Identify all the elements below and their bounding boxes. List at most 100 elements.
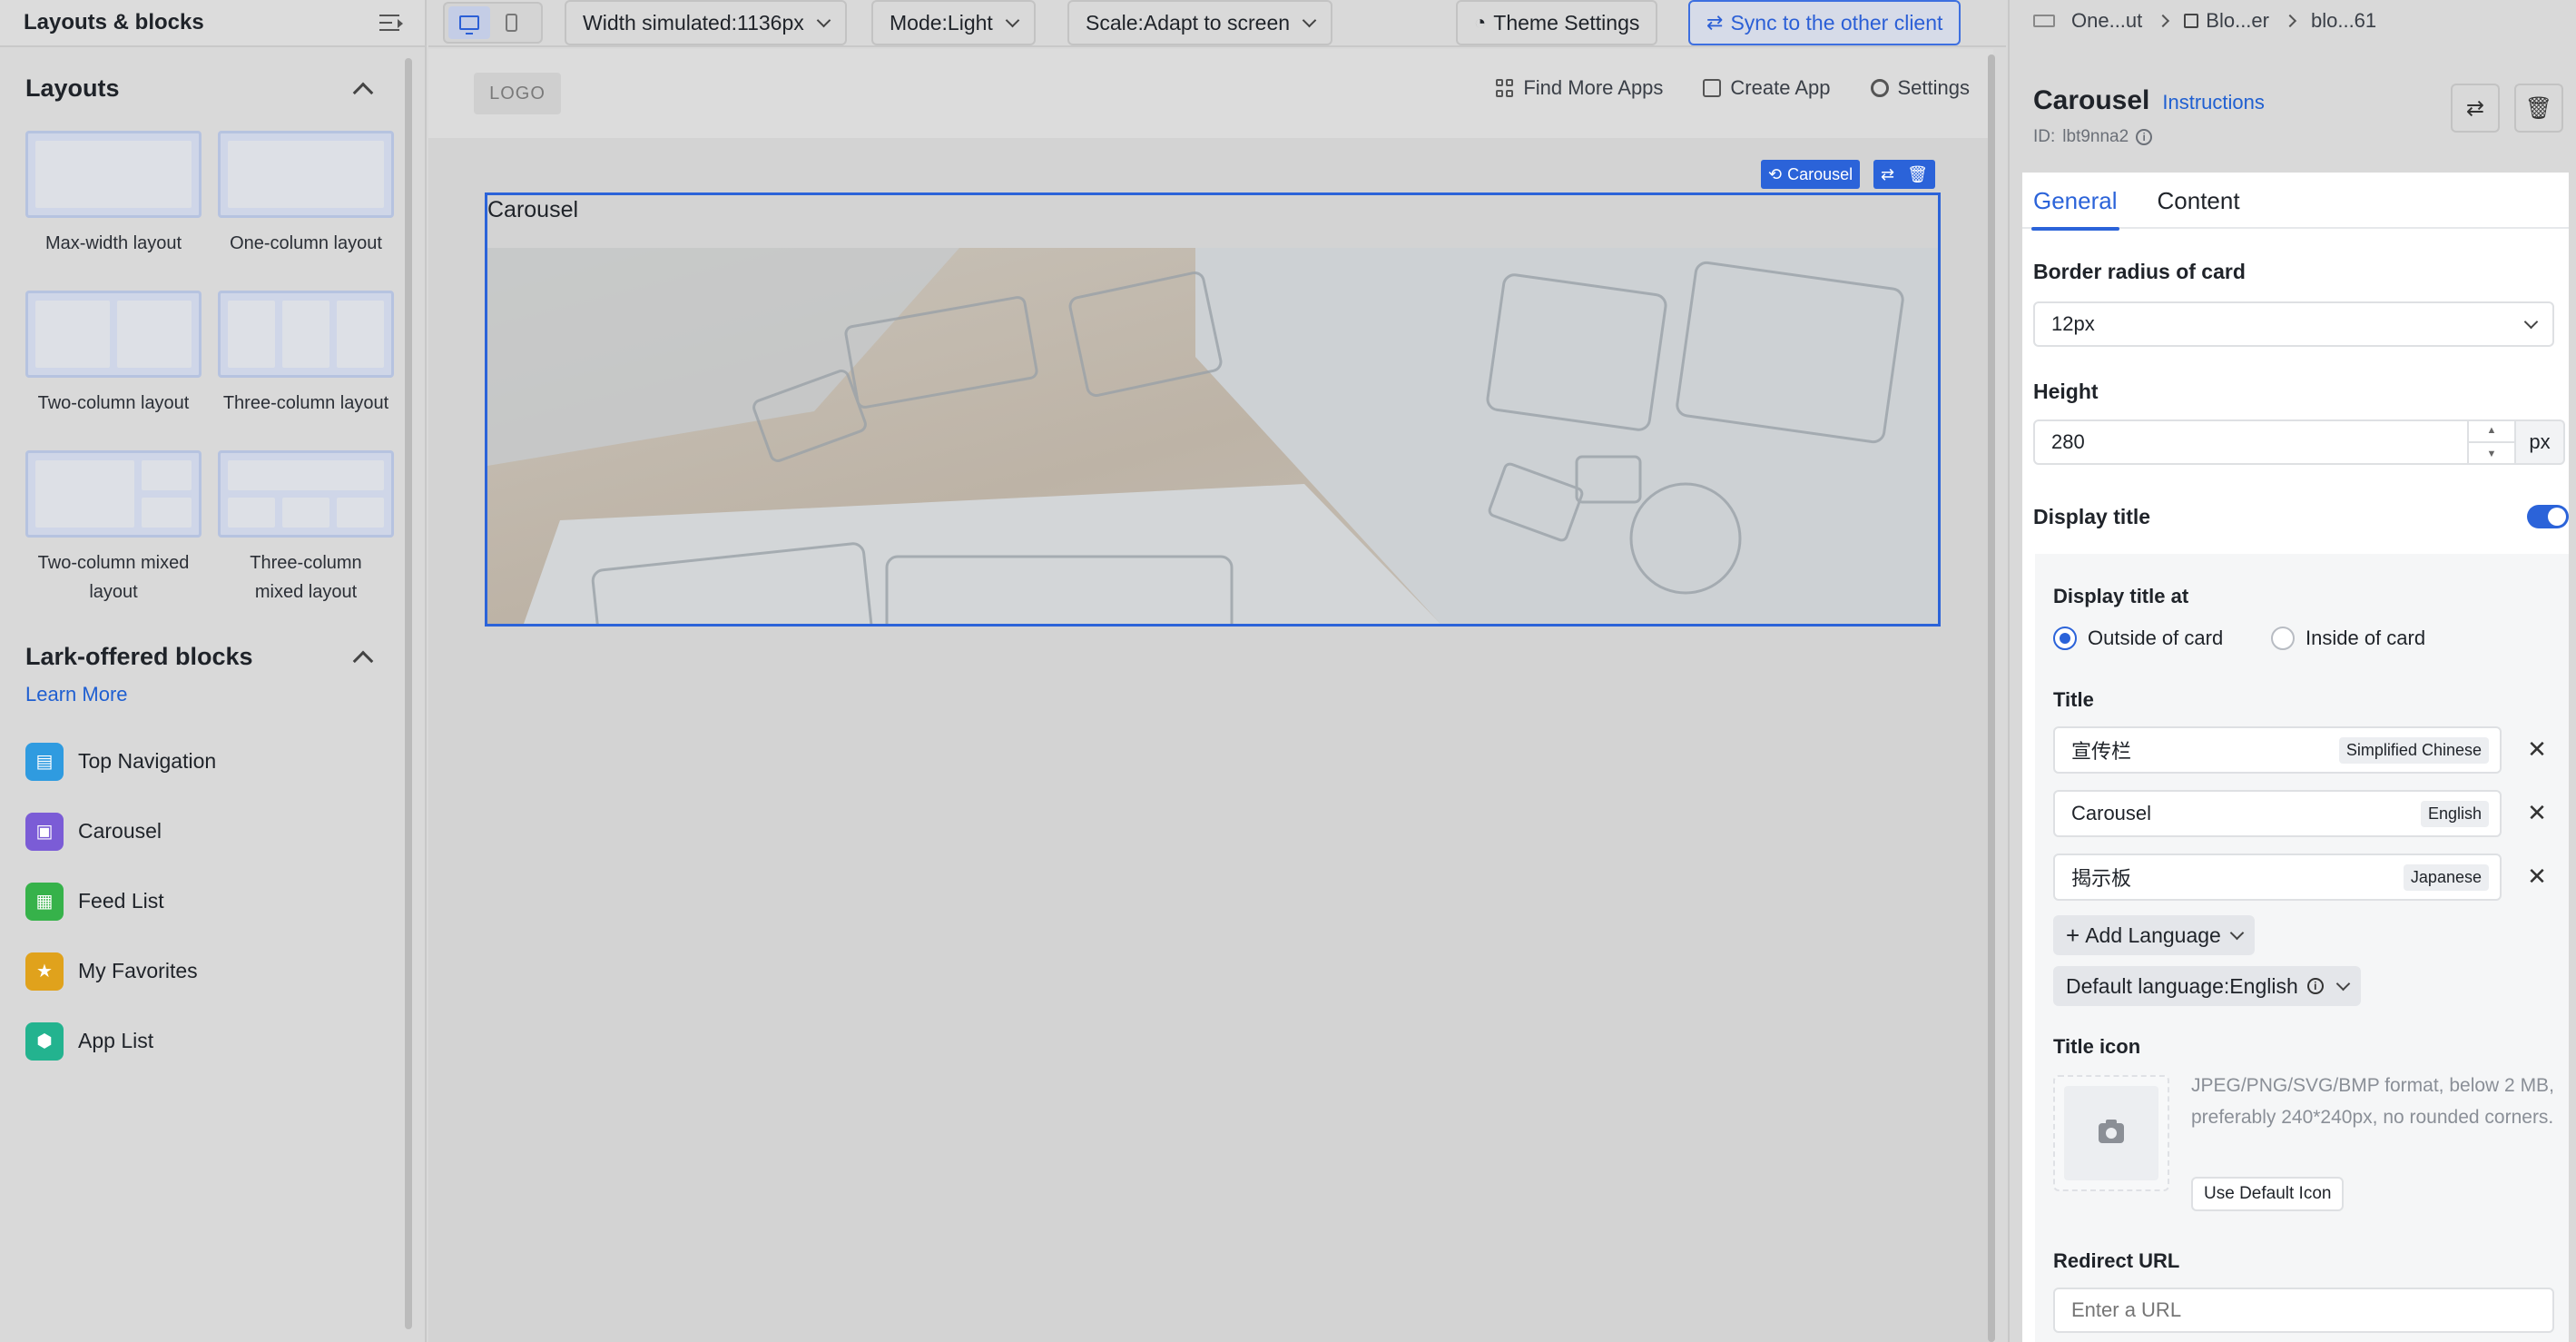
three-column-mixed-layout-thumbnail <box>218 450 394 538</box>
block-label: Carousel <box>78 819 162 843</box>
delete-component-button[interactable]: 🗑 <box>2514 84 2563 133</box>
swap-icon: ⇄ <box>1706 11 1724 34</box>
info-icon[interactable]: i <box>2306 978 2324 994</box>
title-label: Title <box>2053 688 2094 711</box>
block-label: Feed List <box>78 889 164 913</box>
mode-select[interactable]: Mode:Light <box>871 0 1036 45</box>
two-column-mixed-layout-thumbnail <box>25 450 202 538</box>
width-simulated-select[interactable]: Width simulated:1136px <box>565 0 847 45</box>
layouts-section-header[interactable]: Layouts <box>0 74 405 103</box>
settings-link[interactable]: Settings <box>1870 76 1971 100</box>
palette-icon: ◔ <box>1474 11 1487 34</box>
top-toolbar: Width simulated:1136px Mode:Light Scale:… <box>428 0 2006 47</box>
default-language-select[interactable]: Default language:English i <box>2053 966 2361 1006</box>
carousel-image <box>487 248 1938 624</box>
upload-preview <box>2064 1086 2158 1180</box>
learn-more-link[interactable]: Learn More <box>0 683 128 706</box>
add-language-button[interactable]: + Add Language <box>2053 915 2255 955</box>
three-column-layout-thumbnail <box>218 291 394 378</box>
chevron-down-icon <box>2229 925 2245 940</box>
desktop-view-button[interactable] <box>448 6 490 39</box>
radio-outside-of-card[interactable]: Outside of card <box>2053 627 2223 650</box>
layout-icon <box>2033 15 2055 27</box>
swap-component-button[interactable]: ⇄ <box>2451 84 2500 133</box>
mobile-view-button[interactable] <box>490 6 532 39</box>
layout-one-column[interactable]: One-column layout <box>218 131 394 291</box>
block-actions: ⇄ 🗑 <box>1873 160 1935 189</box>
scale-select[interactable]: Scale:Adapt to screen <box>1067 0 1333 45</box>
carousel-title: Carousel <box>487 197 579 222</box>
display-title-toggle[interactable] <box>2527 505 2569 528</box>
left-panel-header: Layouts & blocks <box>0 0 425 47</box>
selected-block-tag[interactable]: ⟲ Carousel <box>1761 160 1861 189</box>
block-item-my-favorites[interactable]: ★ My Favorites <box>25 936 216 1006</box>
decrement-icon[interactable]: ▼ <box>2469 441 2514 465</box>
title-value: 宣传栏 <box>2071 740 2132 763</box>
chevron-down-icon <box>2523 314 2539 329</box>
height-stepper[interactable]: ▲ ▼ <box>2467 419 2514 465</box>
breadcrumb: One...ut Blo...er blo...61 <box>2033 9 2376 33</box>
remove-language-icon[interactable]: ✕ <box>2523 799 2551 826</box>
chevron-up-icon <box>352 650 374 671</box>
language-tag: English <box>2420 800 2489 827</box>
favorites-icon: ★ <box>25 952 64 991</box>
title-icon-upload[interactable] <box>2053 1075 2169 1191</box>
breadcrumb-item[interactable]: One...ut <box>2071 9 2142 33</box>
settings-label: Settings <box>1897 76 1971 99</box>
block-item-carousel[interactable]: ▣ Carousel <box>25 796 216 866</box>
swap-block-icon[interactable]: ⇄ <box>1881 165 1894 184</box>
delete-block-icon[interactable]: 🗑 <box>1907 165 1928 184</box>
title-input-japanese[interactable]: 揭示板 Japanese <box>2053 854 2502 901</box>
collapse-panel-icon[interactable] <box>379 13 403 33</box>
layout-three-column-mixed[interactable]: Three-column mixed layout <box>218 450 394 610</box>
layout-three-column[interactable]: Three-column layout <box>218 291 394 450</box>
height-input[interactable]: 280 <box>2033 419 2516 465</box>
layout-two-column[interactable]: Two-column layout <box>25 291 202 450</box>
carousel-block[interactable]: Carousel <box>485 192 1941 627</box>
tab-content[interactable]: Content <box>2147 173 2251 229</box>
layout-two-column-mixed[interactable]: Two-column mixed layout <box>25 450 202 610</box>
breadcrumb-item[interactable]: blo...61 <box>2311 9 2376 33</box>
title-input-english[interactable]: Carousel English <box>2053 790 2502 837</box>
default-language-label: Default language:English <box>2066 973 2298 998</box>
redirect-url-input[interactable] <box>2053 1288 2554 1333</box>
block-item-feed-list[interactable]: ▦ Feed List <box>25 866 216 936</box>
app-list-icon: ⬢ <box>25 1021 64 1061</box>
preview-app-header: LOGO Find More Apps Create App Settings <box>428 49 1993 138</box>
title-icon-label: Title icon <box>2053 1035 2141 1058</box>
title-input-chinese[interactable]: 宣传栏 Simplified Chinese <box>2053 726 2502 774</box>
layout-label: Max-width layout <box>44 233 182 253</box>
title-value: 揭示板 <box>2071 867 2132 890</box>
preview-nav: Find More Apps Create App Settings <box>1496 76 1970 100</box>
blocks-section-title: Lark-offered blocks <box>25 643 253 670</box>
block-item-app-list[interactable]: ⬢ App List <box>25 1006 216 1076</box>
phone-icon <box>505 14 517 32</box>
logo-placeholder: LOGO <box>474 73 561 114</box>
info-icon[interactable]: i <box>2136 129 2153 145</box>
block-item-top-navigation[interactable]: ▤ Top Navigation <box>25 726 216 796</box>
use-default-icon-button[interactable]: Use Default Icon <box>2191 1177 2345 1211</box>
mode-select-value: Mode:Light <box>890 10 993 35</box>
border-radius-select[interactable]: 12px <box>2033 301 2554 347</box>
sync-other-client-button[interactable]: ⇄ Sync to the other client <box>1688 0 1961 45</box>
find-more-apps-link[interactable]: Find More Apps <box>1496 76 1663 100</box>
layouts-blocks-panel: Layouts & blocks Layouts Max-width layou… <box>0 0 427 1342</box>
left-panel-scrollbar[interactable] <box>405 58 412 1329</box>
remove-language-icon[interactable]: ✕ <box>2523 735 2551 763</box>
radio-inside-of-card[interactable]: Inside of card <box>2271 627 2425 650</box>
two-column-layout-thumbnail <box>25 291 202 378</box>
breadcrumb-item[interactable]: Blo...er <box>2206 9 2269 33</box>
create-app-link[interactable]: Create App <box>1703 76 1831 100</box>
blocks-section-header[interactable]: Lark-offered blocks <box>0 643 405 671</box>
carousel-small-icon: ⟲ <box>1768 164 1783 183</box>
sync-label: Sync to the other client <box>1730 10 1943 35</box>
layout-max-width[interactable]: Max-width layout <box>25 131 202 291</box>
remove-language-icon[interactable]: ✕ <box>2523 863 2551 890</box>
theme-settings-button[interactable]: ◔ Theme Settings <box>1456 0 1658 45</box>
increment-icon[interactable]: ▲ <box>2469 419 2514 441</box>
tab-general[interactable]: General <box>2022 173 2129 231</box>
canvas-scrollbar[interactable] <box>1988 54 1995 1342</box>
instructions-link[interactable]: Instructions <box>2162 91 2265 114</box>
display-title-label: Display title <box>2033 505 2151 528</box>
scale-select-value: Scale:Adapt to screen <box>1086 10 1291 35</box>
